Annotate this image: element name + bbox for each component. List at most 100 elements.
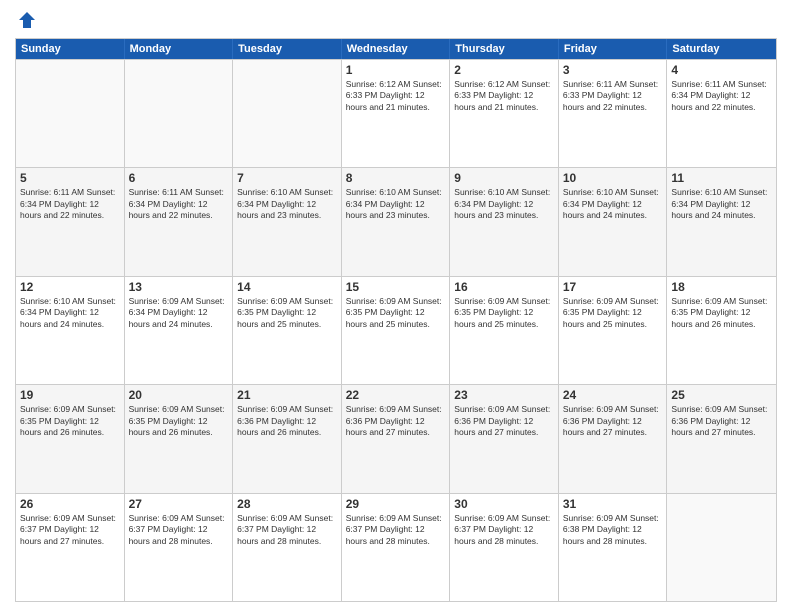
day-cell-11: 11 Sunrise: 6:10 AM Sunset: 6:34 PM Dayli… — [667, 168, 776, 275]
calendar: SundayMondayTuesdayWednesdayThursdayFrid… — [15, 38, 777, 602]
day-number: 30 — [454, 497, 554, 511]
day-cell-2: 2Sunrise: 6:12 AM Sunset: 6:33 PM Daylig… — [450, 60, 559, 167]
day-cell-26: 26 Sunrise: 6:09 AM Sunset: 6:37 PM Dayli… — [16, 494, 125, 601]
day-cell-empty-0-1 — [125, 60, 234, 167]
day-cell-empty-0-2 — [233, 60, 342, 167]
day-cell-29: 29Sunrise: 6:09 AM Sunset: 6:37 PM Dayli… — [342, 494, 451, 601]
day-info: Sunrise: 6:09 AM Sunset: 6:38 PM Dayligh… — [563, 513, 663, 547]
day-number: 14 — [237, 280, 337, 294]
day-number: 31 — [563, 497, 663, 511]
day-cell-24: 24Sunrise: 6:09 AM Sunset: 6:36 PM Dayli… — [559, 385, 668, 492]
day-info: Sunrise: 6:10 AM Sunset: 6:34 PM Dayligh… — [346, 187, 446, 221]
header-cell-saturday: Saturday — [667, 39, 776, 59]
day-number: 16 — [454, 280, 554, 294]
day-cell-6: 6 Sunrise: 6:11 AM Sunset: 6:34 PM Daylig… — [125, 168, 234, 275]
day-number: 8 — [346, 171, 446, 185]
week-row-2: 12Sunrise: 6:10 AM Sunset: 6:34 PM Dayli… — [16, 276, 776, 384]
day-number: 23 — [454, 388, 554, 402]
day-info: Sunrise: 6:09 AM Sunset: 6:37 PM Dayligh… — [20, 513, 120, 547]
day-number: 18 — [671, 280, 772, 294]
day-number: 5 — [20, 171, 120, 185]
day-cell-empty-0-0 — [16, 60, 125, 167]
day-cell-5: 5 Sunrise: 6:11 AM Sunset: 6:34 PM Daylig… — [16, 168, 125, 275]
day-cell-9: 9Sunrise: 6:10 AM Sunset: 6:34 PM Daylig… — [450, 168, 559, 275]
day-cell-1: 1 Sunrise: 6:12 AM Sunset: 6:33 PM Daylig… — [342, 60, 451, 167]
day-cell-31: 31 Sunrise: 6:09 AM Sunset: 6:38 PM Dayli… — [559, 494, 668, 601]
calendar-header-row: SundayMondayTuesdayWednesdayThursdayFrid… — [16, 39, 776, 59]
logo — [15, 10, 37, 30]
day-number: 4 — [671, 63, 772, 77]
day-number: 2 — [454, 63, 554, 77]
week-row-3: 19 Sunrise: 6:09 AM Sunset: 6:35 PM Dayli… — [16, 384, 776, 492]
day-number: 28 — [237, 497, 337, 511]
day-number: 26 — [20, 497, 120, 511]
day-number: 19 — [20, 388, 120, 402]
day-info: Sunrise: 6:11 AM Sunset: 6:33 PM Dayligh… — [563, 79, 663, 113]
week-row-4: 26 Sunrise: 6:09 AM Sunset: 6:37 PM Dayli… — [16, 493, 776, 601]
day-number: 7 — [237, 171, 337, 185]
day-info: Sunrise: 6:09 AM Sunset: 6:35 PM Dayligh… — [237, 296, 337, 330]
day-info: Sunrise: 6:09 AM Sunset: 6:35 PM Dayligh… — [563, 296, 663, 330]
logo-icon — [17, 10, 37, 30]
day-number: 6 — [129, 171, 229, 185]
header-cell-sunday: Sunday — [16, 39, 125, 59]
header-cell-tuesday: Tuesday — [233, 39, 342, 59]
header-cell-friday: Friday — [559, 39, 668, 59]
day-cell-21: 21Sunrise: 6:09 AM Sunset: 6:36 PM Dayli… — [233, 385, 342, 492]
day-info: Sunrise: 6:09 AM Sunset: 6:34 PM Dayligh… — [129, 296, 229, 330]
day-info: Sunrise: 6:09 AM Sunset: 6:35 PM Dayligh… — [454, 296, 554, 330]
day-info: Sunrise: 6:10 AM Sunset: 6:34 PM Dayligh… — [563, 187, 663, 221]
day-cell-empty-4-6 — [667, 494, 776, 601]
day-cell-22: 22 Sunrise: 6:09 AM Sunset: 6:36 PM Dayli… — [342, 385, 451, 492]
day-cell-28: 28 Sunrise: 6:09 AM Sunset: 6:37 PM Dayli… — [233, 494, 342, 601]
day-cell-18: 18Sunrise: 6:09 AM Sunset: 6:35 PM Dayli… — [667, 277, 776, 384]
day-info: Sunrise: 6:09 AM Sunset: 6:36 PM Dayligh… — [671, 404, 772, 438]
day-info: Sunrise: 6:09 AM Sunset: 6:35 PM Dayligh… — [346, 296, 446, 330]
day-info: Sunrise: 6:09 AM Sunset: 6:36 PM Dayligh… — [346, 404, 446, 438]
day-cell-20: 20Sunrise: 6:09 AM Sunset: 6:35 PM Dayli… — [125, 385, 234, 492]
day-info: Sunrise: 6:12 AM Sunset: 6:33 PM Dayligh… — [346, 79, 446, 113]
day-info: Sunrise: 6:10 AM Sunset: 6:34 PM Dayligh… — [237, 187, 337, 221]
day-cell-16: 16 Sunrise: 6:09 AM Sunset: 6:35 PM Dayli… — [450, 277, 559, 384]
day-info: Sunrise: 6:11 AM Sunset: 6:34 PM Dayligh… — [20, 187, 120, 221]
day-cell-10: 10 Sunrise: 6:10 AM Sunset: 6:34 PM Dayli… — [559, 168, 668, 275]
day-number: 21 — [237, 388, 337, 402]
header — [15, 10, 777, 30]
day-cell-27: 27 Sunrise: 6:09 AM Sunset: 6:37 PM Dayli… — [125, 494, 234, 601]
day-info: Sunrise: 6:11 AM Sunset: 6:34 PM Dayligh… — [129, 187, 229, 221]
day-number: 20 — [129, 388, 229, 402]
day-cell-23: 23 Sunrise: 6:09 AM Sunset: 6:36 PM Dayli… — [450, 385, 559, 492]
day-number: 27 — [129, 497, 229, 511]
day-cell-13: 13Sunrise: 6:09 AM Sunset: 6:34 PM Dayli… — [125, 277, 234, 384]
day-info: Sunrise: 6:09 AM Sunset: 6:36 PM Dayligh… — [454, 404, 554, 438]
day-info: Sunrise: 6:09 AM Sunset: 6:37 PM Dayligh… — [454, 513, 554, 547]
day-info: Sunrise: 6:09 AM Sunset: 6:37 PM Dayligh… — [237, 513, 337, 547]
calendar-page: SundayMondayTuesdayWednesdayThursdayFrid… — [0, 0, 792, 612]
day-cell-12: 12Sunrise: 6:10 AM Sunset: 6:34 PM Dayli… — [16, 277, 125, 384]
day-number: 24 — [563, 388, 663, 402]
day-info: Sunrise: 6:09 AM Sunset: 6:35 PM Dayligh… — [20, 404, 120, 438]
day-number: 17 — [563, 280, 663, 294]
day-cell-4: 4 Sunrise: 6:11 AM Sunset: 6:34 PM Daylig… — [667, 60, 776, 167]
day-cell-25: 25 Sunrise: 6:09 AM Sunset: 6:36 PM Dayli… — [667, 385, 776, 492]
header-cell-monday: Monday — [125, 39, 234, 59]
day-number: 1 — [346, 63, 446, 77]
day-info: Sunrise: 6:11 AM Sunset: 6:34 PM Dayligh… — [671, 79, 772, 113]
day-cell-30: 30 Sunrise: 6:09 AM Sunset: 6:37 PM Dayli… — [450, 494, 559, 601]
day-info: Sunrise: 6:10 AM Sunset: 6:34 PM Dayligh… — [454, 187, 554, 221]
day-number: 10 — [563, 171, 663, 185]
day-info: Sunrise: 6:10 AM Sunset: 6:34 PM Dayligh… — [671, 187, 772, 221]
day-number: 22 — [346, 388, 446, 402]
header-cell-thursday: Thursday — [450, 39, 559, 59]
day-cell-15: 15 Sunrise: 6:09 AM Sunset: 6:35 PM Dayli… — [342, 277, 451, 384]
week-row-1: 5 Sunrise: 6:11 AM Sunset: 6:34 PM Daylig… — [16, 167, 776, 275]
day-number: 11 — [671, 171, 772, 185]
calendar-body: 1 Sunrise: 6:12 AM Sunset: 6:33 PM Daylig… — [16, 59, 776, 601]
day-number: 25 — [671, 388, 772, 402]
day-number: 12 — [20, 280, 120, 294]
day-info: Sunrise: 6:09 AM Sunset: 6:37 PM Dayligh… — [129, 513, 229, 547]
day-number: 15 — [346, 280, 446, 294]
day-info: Sunrise: 6:09 AM Sunset: 6:37 PM Dayligh… — [346, 513, 446, 547]
day-number: 3 — [563, 63, 663, 77]
day-cell-14: 14 Sunrise: 6:09 AM Sunset: 6:35 PM Dayli… — [233, 277, 342, 384]
